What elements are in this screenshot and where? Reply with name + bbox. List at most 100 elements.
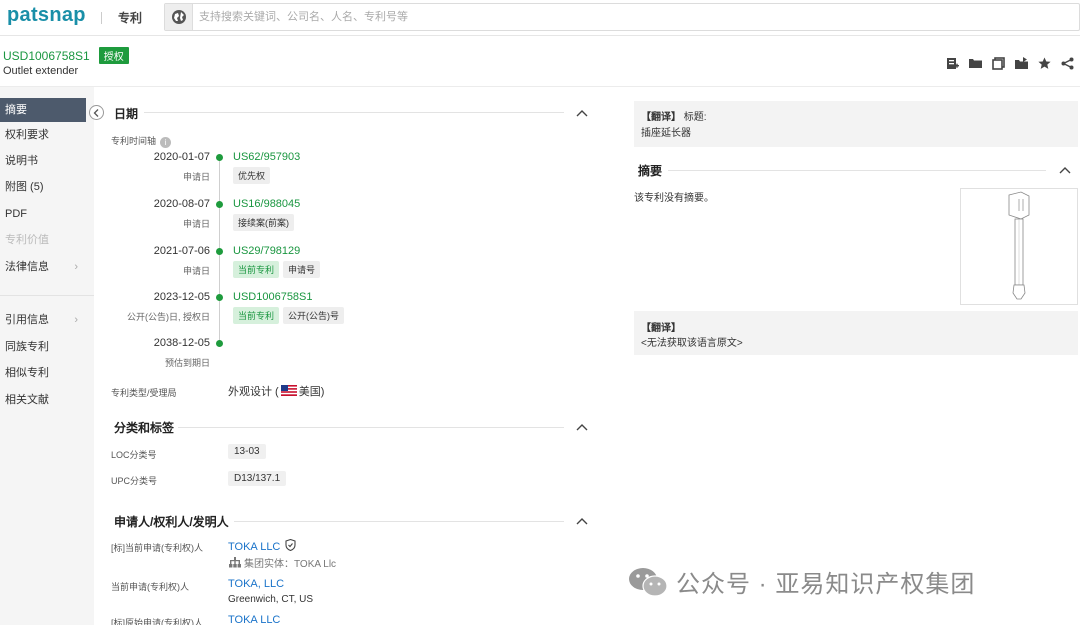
section-title-abstract: 摘要	[638, 164, 663, 178]
group-entity-row: 集团实体：TOKA Llc	[229, 555, 336, 570]
sidebar-divider	[0, 295, 94, 296]
timeline-date: 2020-01-07	[153, 151, 210, 163]
patent-title-en: Outlet extender	[3, 65, 79, 77]
sidebar-item-claims[interactable]: 权利要求	[0, 123, 86, 147]
timeline-label: 专利时间轴 i	[111, 134, 172, 148]
timeline-tags: 当前专利 公开(公告)号	[233, 307, 345, 324]
search-input[interactable]	[199, 7, 1059, 27]
timeline-date: 2023-12-05	[153, 291, 210, 303]
patent-type-value: 外观设计 (美国)	[228, 383, 324, 399]
sidebar-item-patent-value: 专利价值	[0, 228, 86, 252]
timeline-number[interactable]: US29/798129	[233, 245, 300, 257]
sidebar-item-similar[interactable]: 相似专利	[0, 361, 86, 385]
timeline-date: 2020-08-07	[153, 198, 210, 210]
timeline-dot	[216, 248, 223, 255]
patent-drawing-thumbnail[interactable]	[960, 188, 1078, 305]
loc-code[interactable]: 13-03	[228, 444, 266, 459]
upc-label: UPC分类号	[111, 476, 158, 486]
add-to-folder-icon[interactable]	[945, 56, 959, 70]
sidebar-item-abstract[interactable]: 摘要	[0, 98, 86, 122]
timeline-dot	[216, 201, 223, 208]
info-icon[interactable]: i	[160, 137, 172, 148]
no-original-text: <无法获取该语言原文>	[641, 338, 743, 349]
sidebar-item-drawings[interactable]: 附图 (5)	[0, 175, 86, 199]
sidebar-item-pdf[interactable]: PDF	[0, 202, 86, 226]
current-applicant-label: 当前申请(专利权)人	[111, 582, 189, 592]
sidebar-item-family[interactable]: 同族专利	[0, 335, 86, 359]
us-flag-icon	[280, 385, 297, 396]
chevron-up-icon[interactable]	[576, 423, 588, 431]
tag: 接续案(前案)	[233, 214, 294, 231]
timeline-label-text: 专利时间轴	[111, 136, 157, 146]
section-divider	[668, 170, 1046, 171]
section-title-classification: 分类和标签	[114, 421, 175, 435]
sidebar-item-citations[interactable]: 引用信息 ›	[0, 308, 86, 332]
chevron-up-icon[interactable]	[576, 517, 588, 525]
translated-abstract-box: 【翻译】 <无法获取该语言原文>	[634, 311, 1078, 355]
sidebar-item-label: 权利要求	[5, 129, 49, 141]
timeline-tags: 优先权	[233, 167, 271, 184]
header-divider	[0, 86, 1080, 87]
timeline-date-type: 申请日	[182, 172, 210, 182]
timeline-tags: 当前专利 申请号	[233, 261, 321, 278]
action-toolbar	[945, 56, 1074, 70]
chevron-right-icon: ›	[74, 261, 78, 273]
timeline-number[interactable]: US62/957903	[233, 151, 300, 163]
loc-label: LOC分类号	[111, 450, 157, 460]
timeline-date-type: 预估到期日	[164, 358, 210, 368]
top-bar: patsnap 专利	[0, 0, 1080, 36]
timeline-number[interactable]: US16/988045	[233, 198, 300, 210]
star-icon[interactable]	[1037, 56, 1051, 70]
translated-title-row: 【翻译】 标题:	[641, 108, 707, 123]
tag: 优先权	[233, 167, 271, 184]
timeline-date: 2038-12-05	[153, 337, 210, 349]
current-applicant-address: Greenwich, CT, US	[228, 594, 314, 605]
chevron-left-icon	[93, 108, 99, 117]
folder-icon[interactable]	[968, 56, 982, 70]
translate-tag: 【翻译】	[641, 323, 681, 334]
timeline-tags: 接续案(前案)	[233, 214, 294, 231]
chevron-up-icon[interactable]	[1059, 166, 1071, 174]
sidebar-item-label: 法律信息	[5, 261, 49, 273]
applicant-link[interactable]: TOKA LLC	[228, 541, 280, 553]
tag: 公开(公告)号	[283, 307, 345, 324]
section-divider	[144, 112, 564, 113]
original-applicant-std-label: [标]原始申请(专利权)人	[111, 618, 203, 625]
chevron-up-icon[interactable]	[576, 109, 588, 117]
current-applicant-link[interactable]: TOKA, LLC	[228, 578, 284, 590]
original-applicant-link[interactable]: TOKA LLC	[228, 614, 280, 625]
sidebar-item-description[interactable]: 说明书	[0, 149, 86, 173]
tag-current-patent: 当前专利	[233, 307, 280, 324]
timeline-date-type: 申请日	[182, 219, 210, 229]
group-entity-label: 集团实体：	[244, 559, 294, 570]
sidebar-item-related-docs[interactable]: 相关文献	[0, 388, 86, 412]
translate-tag: 【翻译】	[641, 112, 681, 123]
product-label[interactable]: 专利	[118, 9, 142, 26]
share-icon[interactable]	[1060, 56, 1074, 70]
collapse-sidebar-button[interactable]	[89, 105, 104, 120]
group-entity-value[interactable]: TOKA Llc	[294, 559, 336, 570]
export-icon[interactable]	[1014, 56, 1028, 70]
section-title-applicants: 申请人/权利人/发明人	[114, 515, 229, 529]
upc-code[interactable]: D13/137.1	[228, 471, 287, 486]
patent-type-text: 外观设计 (	[228, 386, 279, 398]
sidebar-item-label: 附图 (5)	[5, 181, 44, 193]
patsnap-logo[interactable]: patsnap	[7, 4, 86, 27]
sidebar-item-label: 相关文献	[5, 394, 49, 406]
shield-icon[interactable]	[285, 538, 296, 552]
patent-number[interactable]: USD1006758S1	[3, 49, 90, 63]
current-applicant-std-label: [标]当前申请(专利权)人	[111, 543, 203, 553]
tag: 申请号	[283, 261, 321, 278]
timeline-number[interactable]: USD1006758S1	[233, 291, 313, 303]
sidebar-item-label: 同族专利	[5, 341, 49, 353]
timeline-dot	[216, 340, 223, 347]
sidebar-item-legal-info[interactable]: 法律信息 ›	[0, 255, 86, 279]
section-title-dates: 日期	[114, 107, 139, 121]
translated-title: 插座延长器	[641, 128, 691, 139]
abstract-text: 该专利没有摘要。	[634, 193, 714, 204]
translated-title-box: 【翻译】 标题: 插座延长器	[634, 101, 1078, 147]
watermark-text: 公众号 · 亚易知识产权集团	[676, 571, 976, 598]
globe-icon[interactable]	[165, 4, 193, 30]
copy-icon[interactable]	[991, 56, 1005, 70]
sidebar-item-label: 专利价值	[5, 234, 49, 246]
